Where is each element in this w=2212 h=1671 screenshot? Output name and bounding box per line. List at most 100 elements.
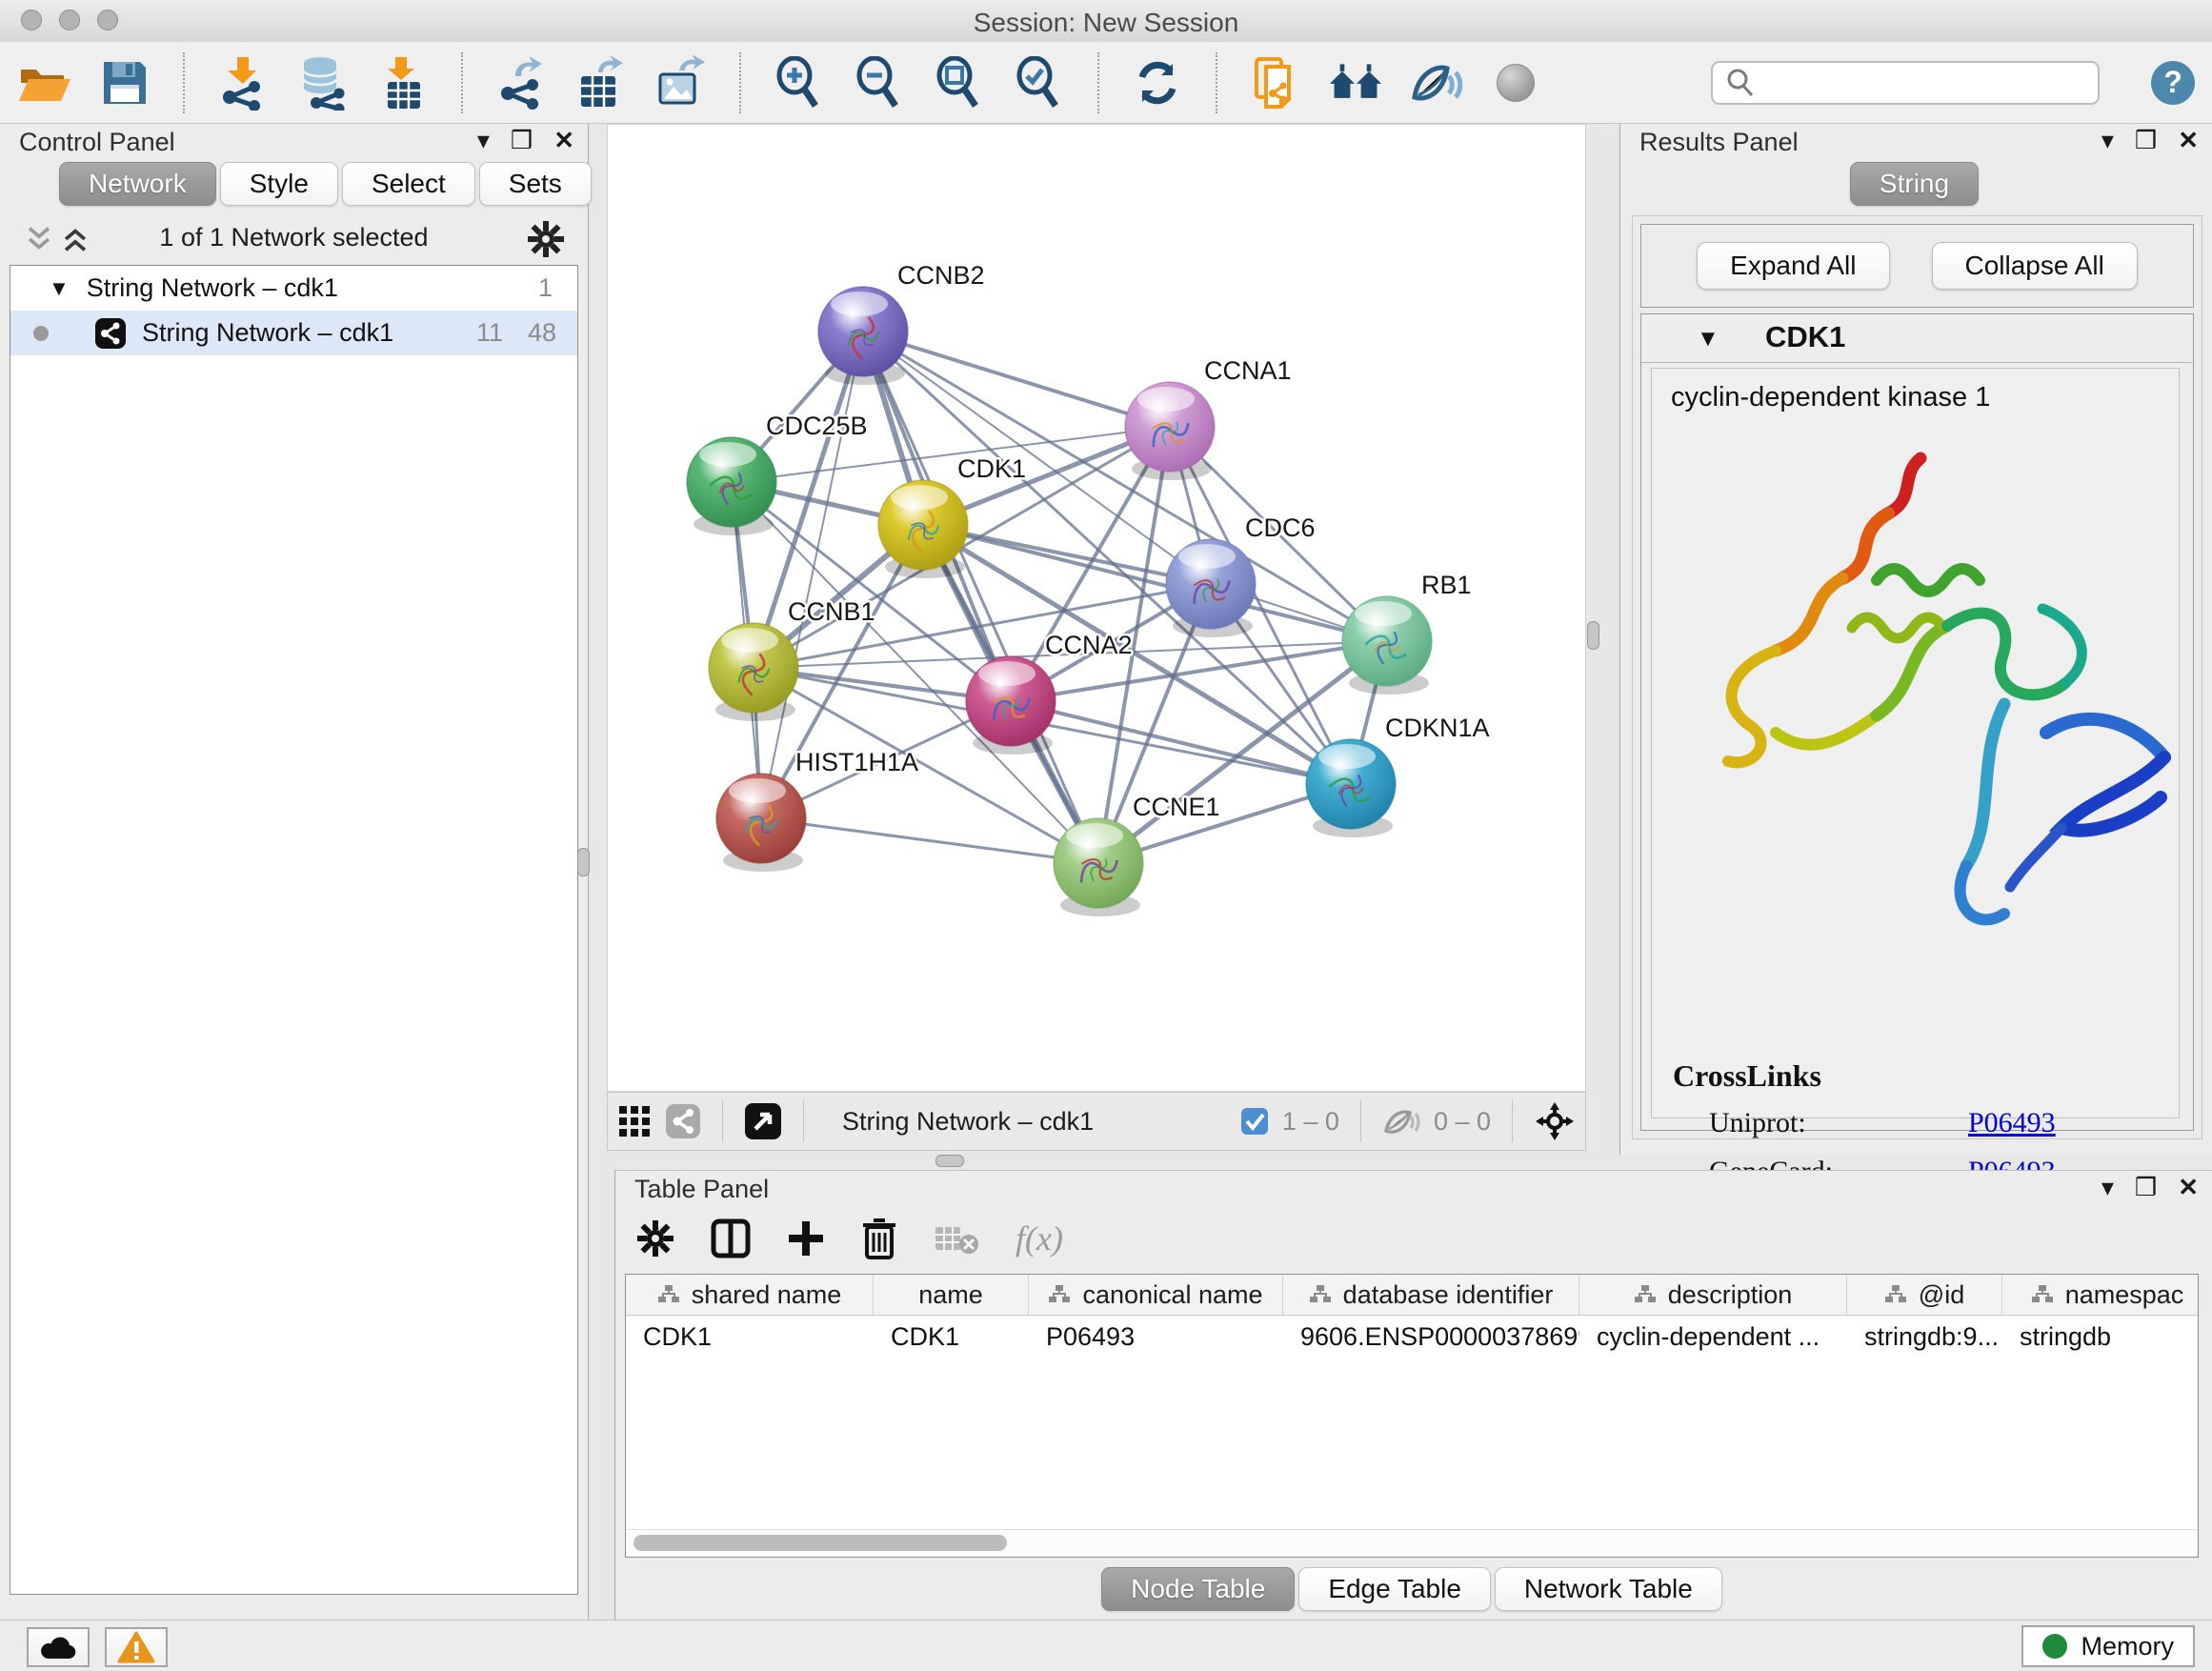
memory-indicator[interactable]: Memory [2021,1625,2195,1667]
collapse-all-button[interactable]: Collapse All [1932,242,2138,290]
import-network-file-button[interactable] [215,54,271,111]
warnings-button[interactable] [105,1627,168,1667]
import-table-button[interactable] [375,54,431,111]
panel-menu-icon[interactable]: ▾ [2101,126,2114,155]
string-documents-button[interactable] [1248,54,1303,111]
column-header-description[interactable]: description [1579,1275,1847,1315]
column-header-database-identifier[interactable]: database identifier [1283,1275,1579,1315]
column-header-name[interactable]: name [874,1275,1029,1315]
node-CDC25B[interactable] [687,437,776,535]
zoom-out-button[interactable] [852,54,907,111]
gray-sphere-button[interactable] [1488,54,1543,111]
vertical-splitter-handle[interactable] [577,848,590,876]
crosslink-link[interactable]: P06493 [1968,1107,2056,1139]
eye-waves-button[interactable] [1408,54,1463,111]
node-CCNA2[interactable] [966,656,1056,755]
table-cell[interactable]: P06493 [1029,1316,1283,1358]
horizontal-splitter-handle[interactable] [935,1155,964,1167]
search-input[interactable] [1764,67,2098,98]
panel-float-icon[interactable]: ❒ [2135,1173,2157,1202]
node-CCNB2[interactable] [818,287,908,385]
export-table-button[interactable] [573,54,629,111]
memory-status-dot [2042,1634,2067,1659]
tab-string[interactable]: String [1850,162,1979,206]
node-result-header[interactable]: ▼ CDK1 [1641,314,2193,363]
export-network-button[interactable] [493,54,549,111]
selected-checkbox-icon[interactable] [1240,1107,1269,1136]
network-tree: ▼ String Network – cdk1 1 String Network… [10,265,578,1595]
network-row[interactable]: String Network – cdk1 11 48 [10,311,577,355]
open-session-button[interactable] [17,54,72,111]
zoom-selected-button[interactable] [1012,54,1067,111]
column-header-shared-name[interactable]: shared name [626,1275,874,1315]
network-collection-row[interactable]: ▼ String Network – cdk1 1 [10,266,577,311]
tab-sets[interactable]: Sets [479,162,592,206]
tab-network[interactable]: Network [59,162,216,206]
table-cell[interactable]: cyclin-dependent ... [1579,1316,1847,1358]
expand-all-button[interactable]: Expand All [1697,242,1889,290]
table-horizontal-scrollbar[interactable] [626,1529,2198,1557]
tab-select[interactable]: Select [342,162,475,206]
birdseye-view-icon[interactable] [744,1102,782,1140]
panel-close-icon[interactable]: ✕ [553,126,574,155]
panel-close-icon[interactable]: ✕ [2178,1173,2199,1202]
panel-menu-icon[interactable]: ▾ [2101,1173,2114,1202]
database-network-icon [295,55,351,111]
column-header-namespac[interactable]: namespac [2002,1275,2199,1315]
node-CDC6[interactable] [1166,539,1256,637]
table-cell[interactable]: CDK1 [874,1316,1029,1358]
tab-style[interactable]: Style [220,162,338,206]
node-CDK1[interactable] [878,480,968,578]
table-cell[interactable]: 9606.ENSP00000378699 [1283,1316,1579,1358]
fit-content-icon [934,56,985,110]
panel-menu-icon[interactable]: ▾ [477,126,490,155]
save-session-button[interactable] [97,54,152,111]
edge-CCNB2-CCNA1[interactable] [863,332,1170,427]
gear-icon[interactable] [527,220,565,258]
export-image-button[interactable] [654,54,709,111]
panel-float-icon[interactable]: ❒ [511,126,533,155]
fit-content-button[interactable] [932,54,987,111]
node-CCNA1[interactable] [1125,382,1215,480]
current-network-name: String Network – cdk1 [842,1107,1094,1137]
show-columns-icon[interactable] [711,1218,751,1258]
pan-crosshair-icon[interactable] [1534,1100,1576,1142]
edge-CCNB2-CCNE1[interactable] [863,332,1098,863]
section-collapse-icon[interactable]: ▼ [1697,326,1719,352]
vertical-splitter-handle[interactable] [1587,621,1599,650]
node-CCNE1[interactable] [1054,818,1143,916]
node-CCNB1[interactable] [709,623,798,721]
add-column-icon[interactable] [787,1219,825,1258]
table-cell[interactable]: stringdb:9... [1847,1316,2002,1358]
node-RB1[interactable] [1342,596,1432,695]
cloud-status-button[interactable] [27,1627,90,1667]
help-button[interactable]: ? [2151,61,2195,105]
tab-edge-table[interactable]: Edge Table [1298,1567,1491,1611]
hidden-eye-icon[interactable] [1382,1106,1420,1137]
edge-HIST1H1A-CCNE1[interactable] [761,818,1098,863]
node-CDKN1A[interactable] [1306,739,1396,837]
tree-expand-icon[interactable]: ▼ [49,276,70,301]
panel-float-icon[interactable]: ❒ [2135,126,2157,155]
table-settings-gear-icon[interactable] [636,1219,674,1258]
network-canvas[interactable]: CCNB2CCNA1CDC25BCDK1CDC6RB1CCNB1CCNA2CDK… [607,124,1586,1092]
scrollbar-thumb[interactable] [633,1535,1007,1551]
import-network-database-button[interactable] [295,54,351,111]
tab-network-table[interactable]: Network Table [1495,1567,1722,1611]
table-cell[interactable]: CDK1 [626,1316,874,1358]
network-view-icon[interactable] [665,1103,701,1139]
zoom-in-button[interactable] [772,54,827,111]
refresh-button[interactable] [1130,54,1185,111]
delete-table-icon [934,1221,979,1256]
tab-node-table[interactable]: Node Table [1101,1567,1295,1611]
houses-button[interactable] [1328,54,1383,111]
grid-mode-icon[interactable] [617,1104,652,1138]
network-graph[interactable]: CCNB2CCNA1CDC25BCDK1CDC6RB1CCNB1CCNA2CDK… [608,125,1585,1091]
column-header--id[interactable]: @id [1847,1275,2002,1315]
node-HIST1H1A[interactable] [716,774,806,872]
panel-close-icon[interactable]: ✕ [2178,126,2199,155]
table-cell[interactable]: stringdb [2002,1316,2199,1358]
column-header-canonical-name[interactable]: canonical name [1029,1275,1283,1315]
delete-column-icon[interactable] [861,1218,897,1259]
table-row[interactable]: CDK1CDK1P064939606.ENSP00000378699cyclin… [626,1316,2198,1358]
